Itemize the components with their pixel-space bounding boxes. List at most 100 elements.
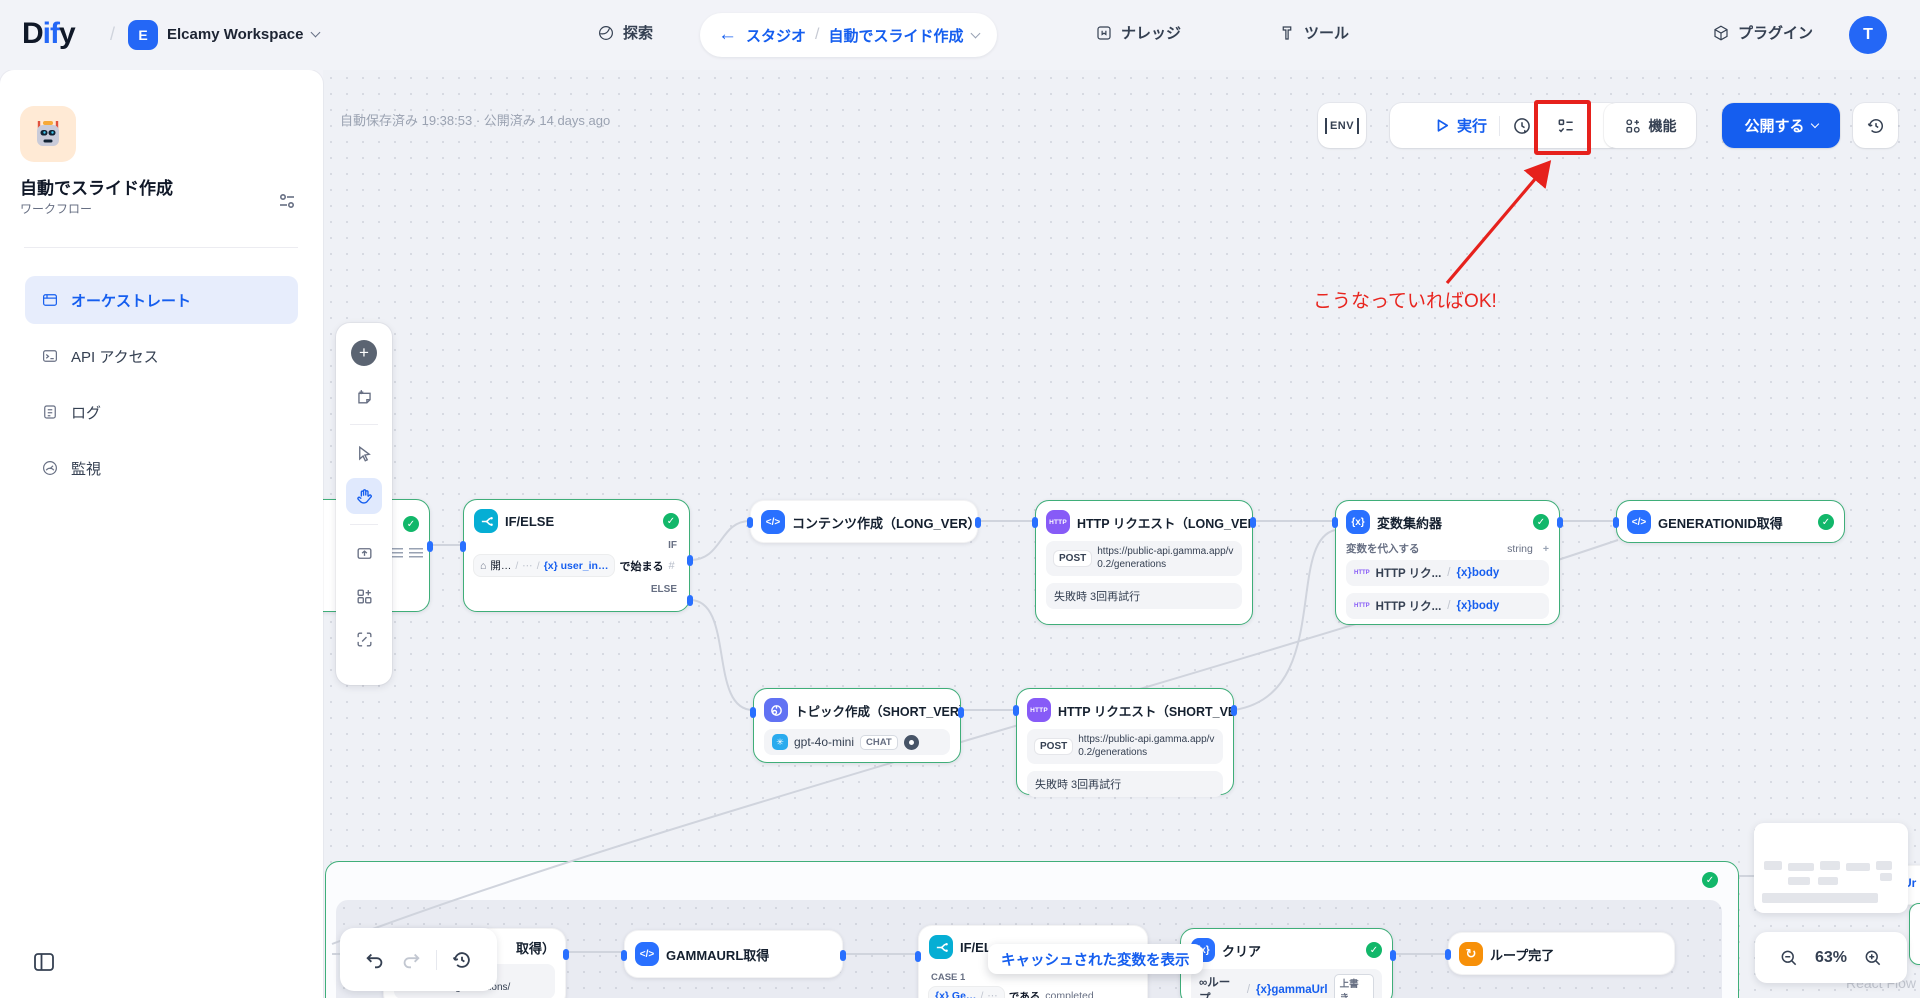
workspace-badge[interactable]: E — [128, 20, 158, 50]
connection-handle[interactable] — [747, 517, 753, 528]
app-settings-icon[interactable] — [278, 192, 296, 210]
breadcrumb-app-name[interactable]: 自動でスライド作成 — [828, 25, 963, 46]
zoom-out-icon[interactable] — [1779, 948, 1799, 968]
node-http-short[interactable]: HTTP HTTP リクエスト（SHORT_VER） ✓ POST https:… — [1016, 688, 1234, 795]
chevron-down-icon[interactable] — [971, 29, 981, 39]
http-method-badge: POST — [1035, 739, 1072, 754]
condition-pill[interactable]: {x} Ge… / ⋯ — [929, 987, 1004, 998]
sidebar-item-label: API アクセス — [71, 346, 159, 367]
studio-breadcrumb: ← スタジオ / 自動でスライド作成 — [700, 13, 997, 57]
connection-handle[interactable] — [1557, 517, 1563, 528]
nav-plugins[interactable]: プラグイン — [1712, 22, 1813, 43]
connection-handle[interactable] — [958, 707, 964, 718]
sidebar-item-api-access[interactable]: API アクセス — [25, 332, 298, 380]
nav-explore[interactable]: 探索 — [597, 22, 653, 43]
node-green-partial[interactable] — [1909, 903, 1920, 965]
orchestrate-icon — [41, 291, 59, 309]
connection-handle[interactable] — [1445, 949, 1451, 960]
run-button[interactable]: 実行 — [1423, 103, 1499, 148]
dify-logo[interactable]: Dify — [22, 17, 75, 51]
code-icon: </> — [761, 510, 785, 534]
logo-d: D — [22, 17, 43, 50]
node-topic-short[interactable]: トピック作成（SHORT_VER） ✓ ✳ gpt-4o-mini CHAT — [753, 688, 961, 763]
back-arrow-icon[interactable]: ← — [718, 24, 737, 46]
connection-handle[interactable] — [563, 949, 569, 960]
autosave-status: 自動保存済み 19:38:53 · 公開済み 14 days ago — [340, 110, 610, 129]
dots: ⋯ — [987, 990, 998, 998]
connection-handle[interactable] — [1032, 517, 1038, 528]
variable-icon: {x} — [1346, 510, 1370, 534]
connection-handle[interactable] — [840, 950, 846, 961]
condition-left: 開… — [490, 558, 511, 573]
sidebar-item-orchestrate[interactable]: オーケストレート — [25, 276, 298, 324]
connection-handle[interactable] — [1013, 705, 1019, 716]
connection-handle[interactable] — [687, 555, 693, 566]
connection-handle[interactable] — [1332, 517, 1338, 528]
sidebar-item-logs[interactable]: ログ — [25, 388, 298, 436]
connection-handle[interactable] — [1250, 517, 1256, 528]
hand-tool-button[interactable] — [346, 478, 382, 514]
node-variable-aggregator[interactable]: {x} 変数集約器 ✓ 変数を代入する string + HTTP HTTP リ… — [1335, 500, 1560, 625]
connection-handle[interactable] — [975, 517, 981, 528]
node-gammaurl[interactable]: </> GAMMAURL取得 — [624, 930, 843, 978]
connection-handle[interactable] — [621, 950, 627, 961]
cursor-icon — [355, 444, 374, 463]
add-note-button[interactable] — [346, 378, 382, 414]
separator: / — [537, 560, 540, 572]
node-loop-end[interactable]: ↻ ループ完了 — [1448, 932, 1675, 975]
separator: / — [980, 990, 983, 998]
condition-pill[interactable]: ⌂ 開… / ⋯ / {x} user_in… — [474, 555, 614, 576]
add-node-button[interactable]: + — [346, 335, 382, 371]
workflow-canvas[interactable]: 自動保存済み 19:38:53 · 公開済み 14 days ago ENV 実… — [323, 70, 1920, 998]
zoom-in-icon[interactable] — [1863, 948, 1883, 968]
node-content-long[interactable]: </> コンテンツ作成（LONG_VER） — [750, 500, 978, 543]
connection-handle[interactable] — [1231, 705, 1237, 716]
condition-operator: である — [1009, 989, 1040, 998]
node-http-long[interactable]: HTTP HTTP リクエスト（LONG_VER） ✓ POST https:/… — [1035, 500, 1253, 625]
connection-handle[interactable] — [1390, 950, 1396, 961]
env-button[interactable]: ENV — [1318, 103, 1366, 148]
user-avatar[interactable]: T — [1849, 16, 1887, 54]
workspace-name[interactable]: Elcamy Workspace — [167, 26, 319, 43]
code-icon: </> — [1627, 510, 1651, 534]
vision-toggle-icon[interactable] — [904, 735, 919, 750]
nav-studio[interactable]: スタジオ — [746, 25, 806, 46]
sidebar-item-label: オーケストレート — [71, 290, 191, 311]
pointer-tool-button[interactable] — [346, 435, 382, 471]
add-variable-button[interactable]: + — [1543, 543, 1549, 555]
connection-handle[interactable] — [427, 541, 433, 552]
nav-tools[interactable]: ツール — [1278, 22, 1349, 43]
undo-icon[interactable] — [364, 949, 386, 971]
sidebar-item-monitoring[interactable]: 監視 — [25, 444, 298, 492]
http-url: https://public-api.gamma.app/v0.2/genera… — [1097, 546, 1234, 571]
connection-handle[interactable] — [750, 707, 756, 718]
add-block-button[interactable] — [346, 578, 382, 614]
zoom-level[interactable]: 63% — [1815, 949, 1847, 967]
organize-blocks-button[interactable] — [346, 535, 382, 571]
connection-handle[interactable] — [460, 541, 466, 552]
features-button[interactable]: 機能 — [1604, 103, 1696, 148]
app-robot-icon[interactable] — [20, 106, 76, 162]
node-generation-id[interactable]: </> GENERATIONID取得 ✓ — [1616, 500, 1845, 543]
fit-view-button[interactable] — [346, 621, 382, 657]
redo-icon[interactable] — [400, 949, 422, 971]
annotation-highlight-box — [1534, 100, 1591, 155]
node-if-else[interactable]: IF/ELSE ✓ IF ⌂ 開… / ⋯ / {x} user_in… で始ま… — [463, 499, 690, 612]
version-history-button[interactable] — [1853, 103, 1898, 148]
canvas-minimap[interactable] — [1754, 823, 1908, 913]
history-icon[interactable] — [451, 949, 473, 971]
model-name: gpt-4o-mini — [794, 735, 854, 749]
connection-handle[interactable] — [1613, 517, 1619, 528]
connection-handle[interactable] — [687, 595, 693, 606]
node-title: 変数集約器 — [1377, 513, 1442, 532]
publish-button[interactable]: 公開する — [1722, 103, 1840, 148]
http-url-row: POST https://public-api.gamma.app/v0.2/g… — [1046, 541, 1242, 576]
nav-knowledge[interactable]: ナレッジ — [1095, 22, 1181, 43]
features-label: 機能 — [1649, 116, 1677, 136]
sidebar-menu: オーケストレート API アクセス ログ 監視 — [25, 276, 298, 492]
collapse-panel-icon[interactable] — [33, 951, 55, 973]
node-clear[interactable]: {x} クリア ✓ ∞ループ / {x}gammaUrl 上書き — [1180, 928, 1393, 998]
plugins-icon — [1712, 24, 1730, 42]
connection-handle[interactable] — [915, 951, 921, 962]
variable-ref: {x}body — [1456, 567, 1499, 579]
